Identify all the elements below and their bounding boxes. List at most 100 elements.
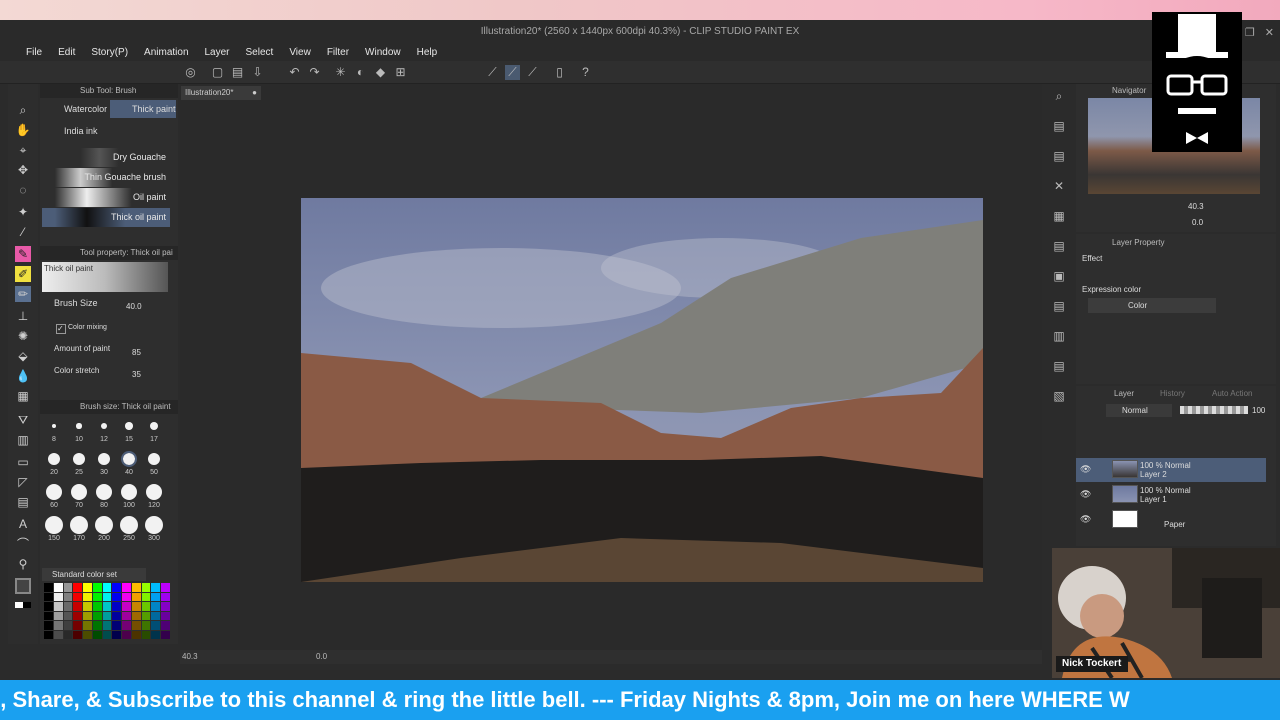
brush-size-option[interactable] bbox=[148, 453, 160, 465]
new-file-icon[interactable]: ▢ bbox=[210, 65, 225, 80]
opacity-slider[interactable] bbox=[1180, 406, 1248, 414]
painting-canvas[interactable] bbox=[301, 198, 983, 582]
pencil-tool-icon[interactable]: ✐ bbox=[15, 266, 31, 282]
snap-icon[interactable]: ⟋ bbox=[505, 65, 520, 80]
color-swatch[interactable] bbox=[73, 611, 83, 620]
fill-icon[interactable]: ◆ bbox=[373, 65, 388, 80]
airbrush-icon[interactable]: ⊥ bbox=[15, 308, 31, 324]
brush-size-option[interactable] bbox=[76, 423, 82, 429]
color-swatch[interactable] bbox=[102, 602, 112, 611]
panel-icon[interactable]: ▦ bbox=[1051, 208, 1067, 224]
pen-tool-icon[interactable]: ✎ bbox=[15, 246, 31, 262]
brush-size-option[interactable] bbox=[71, 484, 87, 500]
clip-studio-icon[interactable]: ◎ bbox=[183, 65, 198, 80]
color-swatch[interactable] bbox=[92, 602, 102, 611]
color-swatch[interactable] bbox=[53, 621, 63, 630]
color-swatch[interactable] bbox=[63, 621, 73, 630]
brush-size-option[interactable] bbox=[73, 453, 85, 465]
menu-story[interactable]: Story(P) bbox=[83, 44, 136, 61]
close-tab-icon[interactable]: ● bbox=[252, 86, 257, 100]
balloon-icon[interactable]: ⌒ bbox=[15, 536, 31, 552]
color-swatch[interactable] bbox=[53, 583, 63, 592]
color-swatch[interactable] bbox=[122, 621, 131, 630]
brush-thin-gouache[interactable]: Thin Gouache brush bbox=[42, 168, 170, 187]
layer-row[interactable]: 👁 Paper bbox=[1076, 508, 1266, 532]
color-swatch[interactable] bbox=[63, 583, 73, 592]
color-swatch[interactable] bbox=[73, 583, 83, 592]
color-swatch[interactable] bbox=[44, 602, 53, 611]
color-swatch[interactable] bbox=[131, 621, 141, 630]
color-swatch[interactable] bbox=[83, 592, 92, 601]
menu-edit[interactable]: Edit bbox=[50, 44, 83, 61]
open-file-icon[interactable]: ▤ bbox=[230, 65, 245, 80]
loading-icon[interactable]: ✳ bbox=[333, 65, 348, 80]
status-angle[interactable]: 0.0 bbox=[316, 650, 327, 664]
color-swatch[interactable] bbox=[122, 583, 131, 592]
color-swatch[interactable] bbox=[141, 621, 151, 630]
color-swatch[interactable] bbox=[83, 602, 92, 611]
color-swatch[interactable] bbox=[112, 583, 122, 592]
brush-tool-icon[interactable]: ✏ bbox=[15, 286, 31, 302]
ruler-icon[interactable]: ⟋ bbox=[485, 65, 500, 80]
history-tab[interactable]: History bbox=[1160, 389, 1185, 398]
color-swatch[interactable] bbox=[141, 602, 151, 611]
text-tool-icon[interactable]: A bbox=[15, 516, 31, 532]
tab-thick-paint[interactable]: Thick paint bbox=[110, 100, 176, 118]
color-swatch[interactable] bbox=[83, 630, 92, 639]
color-swatch[interactable] bbox=[83, 611, 92, 620]
navigator-zoom[interactable]: 40.3 bbox=[1188, 202, 1204, 211]
color-swatch[interactable] bbox=[92, 621, 102, 630]
color-swatch[interactable] bbox=[102, 583, 112, 592]
color-swatch[interactable] bbox=[151, 630, 161, 639]
brush-size-option[interactable] bbox=[149, 421, 159, 431]
brush-size-option[interactable] bbox=[145, 516, 163, 534]
color-swatch[interactable] bbox=[83, 621, 92, 630]
device-icon[interactable]: ▯ bbox=[552, 65, 567, 80]
brush-thick-oil-paint[interactable]: Thick oil paint bbox=[42, 208, 170, 227]
auto-action-tab[interactable]: Auto Action bbox=[1212, 389, 1252, 398]
color-swatch[interactable] bbox=[44, 592, 53, 601]
decoration-icon[interactable]: ✺ bbox=[15, 328, 31, 344]
color-swatch[interactable] bbox=[161, 583, 170, 592]
ruler-tool-icon[interactable]: ▤ bbox=[15, 494, 31, 510]
color-swatch[interactable] bbox=[122, 611, 131, 620]
color-swatch[interactable] bbox=[151, 602, 161, 611]
color-swatch[interactable] bbox=[63, 592, 73, 601]
panel-icon[interactable]: ▤ bbox=[1051, 358, 1067, 374]
blend-icon[interactable]: 💧 bbox=[15, 368, 31, 384]
color-swatch[interactable] bbox=[151, 621, 161, 630]
material-icon[interactable]: ▤ bbox=[1051, 118, 1067, 134]
brush-size-option[interactable] bbox=[52, 424, 56, 428]
lasso-tool-icon[interactable]: ◌ bbox=[15, 182, 31, 198]
restore-icon[interactable]: ❐ bbox=[1245, 26, 1255, 39]
color-swatch[interactable] bbox=[141, 592, 151, 601]
brush-oil-paint[interactable]: Oil paint bbox=[42, 188, 170, 207]
brush-size-value[interactable]: 40.0 bbox=[126, 302, 142, 311]
menu-window[interactable]: Window bbox=[357, 44, 409, 61]
color-swatch[interactable] bbox=[83, 583, 92, 592]
brush-size-option[interactable] bbox=[120, 516, 138, 534]
help-icon[interactable]: ? bbox=[578, 65, 593, 80]
main-color-swatch[interactable] bbox=[15, 578, 31, 594]
zoom-tool-icon[interactable]: ⌕ bbox=[15, 102, 31, 118]
color-swatch[interactable] bbox=[161, 602, 170, 611]
opacity-value[interactable]: 100 bbox=[1252, 406, 1265, 415]
color-swatch[interactable] bbox=[131, 592, 141, 601]
color-swatch[interactable] bbox=[161, 592, 170, 601]
menu-filter[interactable]: Filter bbox=[319, 44, 357, 61]
stretch-value[interactable]: 35 bbox=[132, 370, 141, 379]
brush-size-option[interactable] bbox=[46, 484, 62, 500]
layer-search-icon[interactable]: ▤ bbox=[1051, 148, 1067, 164]
color-set-select[interactable]: Standard color set bbox=[42, 568, 146, 581]
search-icon[interactable]: ⌕ bbox=[1051, 88, 1067, 104]
color-swatch[interactable] bbox=[102, 630, 112, 639]
color-swatch[interactable] bbox=[122, 592, 131, 601]
color-swatch[interactable] bbox=[151, 592, 161, 601]
clear-icon[interactable]: ◐ bbox=[353, 65, 368, 80]
color-swatch[interactable] bbox=[112, 630, 122, 639]
color-swatch[interactable] bbox=[122, 630, 131, 639]
color-swatch[interactable] bbox=[102, 621, 112, 630]
brush-size-option[interactable] bbox=[48, 453, 60, 465]
fill-tool-icon[interactable]: ⛛ bbox=[15, 412, 31, 428]
panel-icon[interactable]: ▥ bbox=[1051, 328, 1067, 344]
